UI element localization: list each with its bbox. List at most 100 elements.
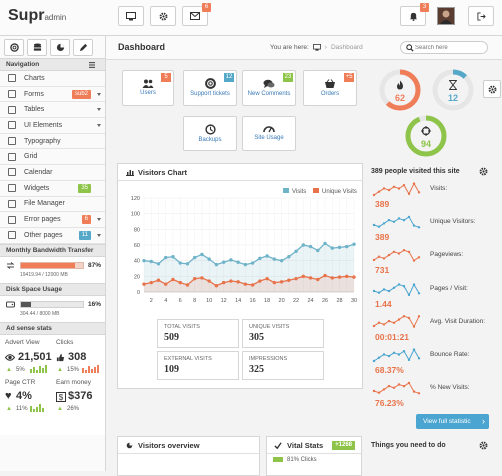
advert-view-label: Advert View	[5, 338, 40, 346]
desktop-button[interactable]	[118, 6, 144, 26]
sparkline-point	[402, 249, 406, 252]
sidebar-item-charts[interactable]: Charts	[0, 71, 105, 87]
stat-row-value: 68.37%	[375, 365, 404, 375]
data-point	[171, 255, 175, 259]
hdd-icon	[6, 301, 15, 308]
sparkline	[372, 314, 421, 328]
sparkline-point	[397, 353, 401, 356]
sidebar-item-error-pages[interactable]: Error pages 6	[0, 212, 105, 228]
x-tick-label: 2	[150, 298, 153, 304]
advert-view-change: 5%	[16, 366, 25, 373]
sidebar-item-badge: sub2	[71, 89, 91, 99]
external-visits-box: EXTERNAL VISITS 109	[157, 351, 239, 380]
sidebar-tool-3[interactable]	[50, 39, 70, 56]
x-tick-label: 18	[264, 298, 270, 304]
gear-icon	[159, 12, 167, 20]
data-point	[200, 252, 204, 257]
app-logo[interactable]: Supradmin	[8, 7, 66, 25]
stat-row-value: 731	[375, 265, 390, 276]
breadcrumb-current[interactable]: Dashboard	[331, 44, 363, 51]
money-icon: $	[56, 391, 66, 402]
sparkline-point	[417, 226, 421, 229]
x-tick-label: 6	[179, 298, 182, 304]
notifications-badge: 3	[420, 3, 429, 12]
stat-row-label: Pages / Visit:	[430, 284, 468, 292]
logout-button[interactable]	[468, 6, 494, 26]
site-usage-button[interactable]: Site Usage	[242, 116, 296, 151]
sparkline-point	[392, 351, 396, 354]
users-icon	[142, 79, 154, 88]
pie-chart-icon	[126, 442, 133, 449]
total-visits-box: TOTAL VISITS 509	[157, 319, 239, 348]
sparkline-line	[373, 250, 420, 262]
data-point	[308, 276, 313, 280]
search-box[interactable]	[400, 41, 488, 54]
sparkline-point	[407, 358, 411, 362]
disk-progress	[20, 300, 84, 308]
sparkline-point	[392, 220, 396, 224]
visitors-chart-panel: Visitors Chart 0 20 40 60 80 100 120 2 4 6 8 10 12 1…	[117, 163, 363, 389]
view-full-statistic-button[interactable]: View full statistic ›	[416, 414, 489, 429]
avatar[interactable]	[437, 7, 455, 25]
notifications-button[interactable]: 3	[400, 3, 429, 26]
y-tick-label: 100	[131, 212, 140, 218]
sidebar-item-widgets[interactable]: Widgets 35	[0, 181, 105, 197]
search-input[interactable]	[415, 43, 485, 53]
settings-button[interactable]	[150, 6, 176, 26]
backups-button[interactable]: Backups	[183, 116, 237, 151]
circle-settings-button[interactable]	[483, 80, 501, 98]
crosshair-icon	[421, 126, 431, 136]
sidebar-tool-1[interactable]	[4, 39, 24, 56]
x-tick-label: 16	[250, 298, 256, 304]
sparkline-point	[417, 314, 421, 318]
data-point	[265, 254, 269, 258]
new-comments-button[interactable]: 23 New Comments	[242, 70, 296, 106]
list-icon[interactable]	[89, 62, 95, 68]
sidebar-item-grid[interactable]: Grid	[0, 149, 105, 166]
sparkline-point	[377, 391, 381, 395]
sparkline	[372, 249, 421, 263]
home-monitor-icon[interactable]	[312, 44, 321, 51]
gear-icon[interactable]	[479, 167, 488, 176]
sidebar-item-forms[interactable]: Forms sub2	[0, 87, 105, 103]
sparkline-point	[377, 321, 381, 324]
gear-icon[interactable]	[479, 441, 488, 450]
unique-visits-box: UNIQUE VISITS 305	[242, 319, 324, 348]
x-tick-label: 12	[221, 298, 227, 304]
data-point	[258, 279, 262, 283]
sidebar-item-tables[interactable]: Tables	[0, 102, 105, 119]
unique-visits-value: 305	[249, 332, 264, 343]
data-point	[200, 276, 204, 280]
circle-stat-3: 94	[404, 114, 448, 158]
sidebar-item-typography[interactable]: Typography	[0, 134, 105, 150]
sidebar-item-ui-elements[interactable]: UI Elements	[0, 118, 105, 134]
sparkline-point	[377, 291, 381, 294]
avatar-image	[438, 8, 454, 24]
support-tickets-button[interactable]: 12 Support tickets	[183, 70, 237, 106]
data-point	[316, 248, 320, 253]
page-title: Dashboard	[118, 42, 166, 52]
sparkline-point	[382, 322, 386, 326]
sparkline-point	[372, 289, 376, 292]
advert-view-value: 21,501	[18, 350, 52, 363]
stat-row-value: 1.44	[375, 298, 392, 309]
visitors-overview-panel: Visitors overview	[117, 436, 260, 476]
sidebar-tool-2[interactable]	[27, 39, 47, 56]
messages-button[interactable]: 6	[182, 3, 211, 26]
sparkline-point	[397, 187, 401, 190]
top-bar: Supradmin 6 3	[0, 0, 502, 36]
sparkline-point	[372, 193, 376, 197]
advert-up-icon: ▲	[6, 366, 12, 373]
sidebar-tool-4[interactable]	[73, 39, 93, 56]
impressions-label: IMPRESSIONS	[249, 356, 288, 362]
x-tick-label: 4	[164, 298, 167, 304]
sidebar-item-file-manager[interactable]: File Manager	[0, 197, 105, 213]
sidebar-item-other-pages[interactable]: Other pages 11	[0, 228, 105, 244]
sparkline-point	[417, 191, 421, 194]
orders-button[interactable]: +5 Orders	[303, 70, 357, 106]
circle-value-1: 62	[394, 93, 405, 103]
sparkline-point	[397, 318, 401, 321]
users-button[interactable]: 5 Users	[122, 70, 174, 106]
external-visits-value: 109	[164, 364, 179, 375]
sidebar-item-calendar[interactable]: Calendar	[0, 165, 105, 181]
